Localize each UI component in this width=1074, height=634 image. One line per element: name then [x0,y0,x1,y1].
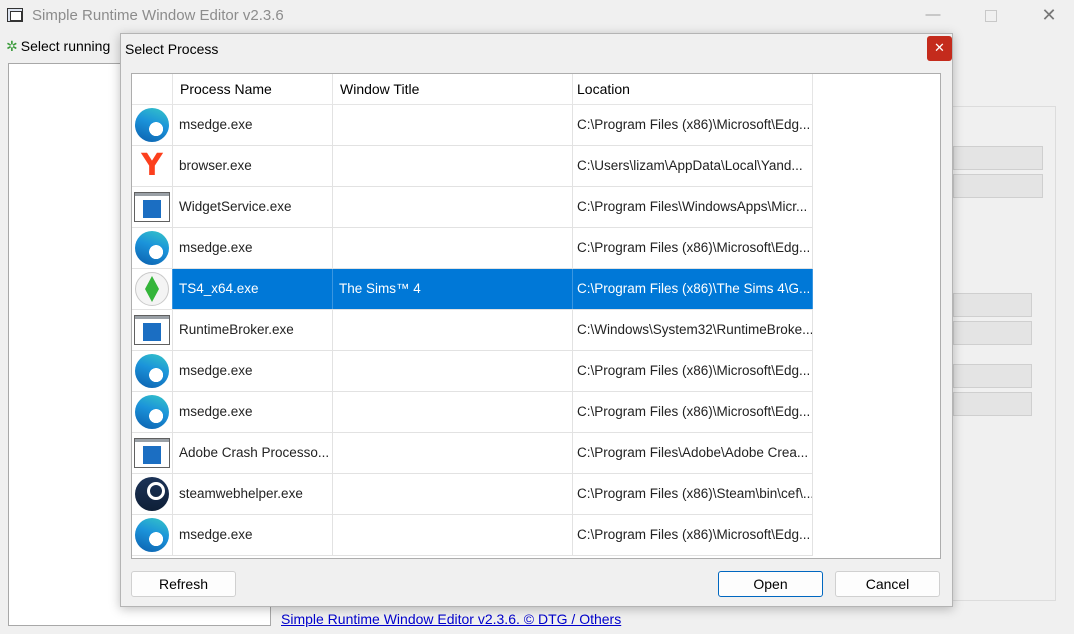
process-name: msedge.exe [173,515,333,555]
row-icon-cell [132,351,173,391]
panel-button-1[interactable] [953,146,1043,170]
window-title [333,146,573,186]
process-row[interactable]: RuntimeBroker.exe C:\Windows\System32\Ru… [132,310,813,351]
edge-icon [133,352,171,390]
process-name: msedge.exe [173,105,333,145]
process-name: msedge.exe [173,392,333,432]
select-running-label: Select running [20,38,111,54]
minimize-button[interactable]: — [904,0,962,32]
process-location: C:\Windows\System32\RuntimeBroke... [573,310,813,350]
row-icon-cell: Y [132,146,173,186]
row-icon-cell [132,515,173,555]
panel-button-3[interactable] [953,293,1032,317]
process-row[interactable]: msedge.exe C:\Program Files (x86)\Micros… [132,515,813,556]
window-title [333,105,573,145]
widget-app-icon [133,188,171,226]
row-icon-cell [132,474,173,514]
row-icon-cell [132,310,173,350]
cancel-button[interactable]: Cancel [835,571,940,597]
maximize-icon [985,10,997,22]
edge-icon [133,516,171,554]
process-name: Adobe Crash Processo... [173,433,333,473]
panel-button-6[interactable] [953,392,1032,416]
dialog-close-button[interactable]: ✕ [927,36,952,61]
window-title [333,228,573,268]
widget-app-icon [133,434,171,472]
window-title [333,392,573,432]
select-process-dialog: Select Process ✕ Process Name Window Tit… [120,33,953,607]
process-location: C:\Users\lizam\AppData\Local\Yand... [573,146,813,186]
window-title [333,310,573,350]
process-name: RuntimeBroker.exe [173,310,333,350]
row-icon-cell [132,392,173,432]
row-icon-cell [132,228,173,268]
panel-button-4[interactable] [953,321,1032,345]
process-location: C:\Program Files (x86)\Microsoft\Edg... [573,351,813,391]
process-row[interactable]: msedge.exe C:\Program Files (x86)\Micros… [132,392,813,433]
process-location: C:\Program Files (x86)\Steam\bin\cef\... [573,474,813,514]
process-location: C:\Program Files (x86)\Microsoft\Edg... [573,228,813,268]
process-row-selected[interactable]: TS4_x64.exe The Sims™ 4 C:\Program Files… [132,269,813,310]
row-icon-cell [132,105,173,145]
maximize-button[interactable] [962,0,1020,32]
sims-plumbob-icon [133,270,171,308]
window-title [333,351,573,391]
refresh-button[interactable]: Refresh [131,571,236,597]
row-icon-cell [132,187,173,227]
window-title [333,433,573,473]
header-icon-column [132,74,173,104]
window-title: The Sims™ 4 [333,269,573,309]
about-link[interactable]: Simple Runtime Window Editor v2.3.6. © D… [281,611,621,627]
close-button[interactable]: ✕ [1020,0,1074,32]
process-list[interactable]: Process Name Window Title Location msedg… [131,73,941,559]
row-icon-cell [132,433,173,473]
process-location: C:\Program Files\Adobe\Adobe Crea... [573,433,813,473]
panel-button-5[interactable] [953,364,1032,388]
app-icon [7,8,23,22]
process-row[interactable]: msedge.exe C:\Program Files (x86)\Micros… [132,105,813,146]
process-list-header: Process Name Window Title Location [132,74,813,105]
open-button[interactable]: Open [718,571,823,597]
process-name: msedge.exe [173,351,333,391]
process-row[interactable]: msedge.exe C:\Program Files (x86)\Micros… [132,351,813,392]
window-title [333,474,573,514]
widget-app-icon [133,311,171,349]
process-row[interactable]: msedge.exe C:\Program Files (x86)\Micros… [132,228,813,269]
process-name: msedge.exe [173,228,333,268]
header-process-name[interactable]: Process Name [173,74,333,104]
window-title [333,515,573,555]
process-location: C:\Program Files (x86)\Microsoft\Edg... [573,392,813,432]
process-row[interactable]: Y browser.exe C:\Users\lizam\AppData\Loc… [132,146,813,187]
process-location: C:\Program Files (x86)\Microsoft\Edg... [573,515,813,555]
edge-icon [133,229,171,267]
dialog-title: Select Process [125,41,219,57]
yandex-icon: Y [141,148,163,183]
header-window-title[interactable]: Window Title [333,74,573,104]
process-location: C:\Program Files (x86)\The Sims 4\G... [573,269,813,309]
gear-icon: ✲ [6,38,18,54]
process-name: TS4_x64.exe [173,269,333,309]
row-icon-cell [132,269,173,309]
window-title [333,187,573,227]
process-row[interactable]: Adobe Crash Processo... C:\Program Files… [132,433,813,474]
process-row[interactable]: steamwebhelper.exe C:\Program Files (x86… [132,474,813,515]
main-window-title: Simple Runtime Window Editor v2.3.6 [32,7,284,24]
process-name: browser.exe [173,146,333,186]
steam-icon [133,475,171,513]
process-name: WidgetService.exe [173,187,333,227]
process-name: steamwebhelper.exe [173,474,333,514]
select-running-button[interactable]: ✲ Select running [6,38,110,55]
edge-icon [133,106,171,144]
header-location[interactable]: Location [573,74,813,104]
main-titlebar: Simple Runtime Window Editor v2.3.6 — ✕ [0,0,1074,32]
panel-button-2[interactable] [953,174,1043,198]
process-location: C:\Program Files\WindowsApps\Micr... [573,187,813,227]
edge-icon [133,393,171,431]
process-row[interactable]: WidgetService.exe C:\Program Files\Windo… [132,187,813,228]
process-location: C:\Program Files (x86)\Microsoft\Edg... [573,105,813,145]
